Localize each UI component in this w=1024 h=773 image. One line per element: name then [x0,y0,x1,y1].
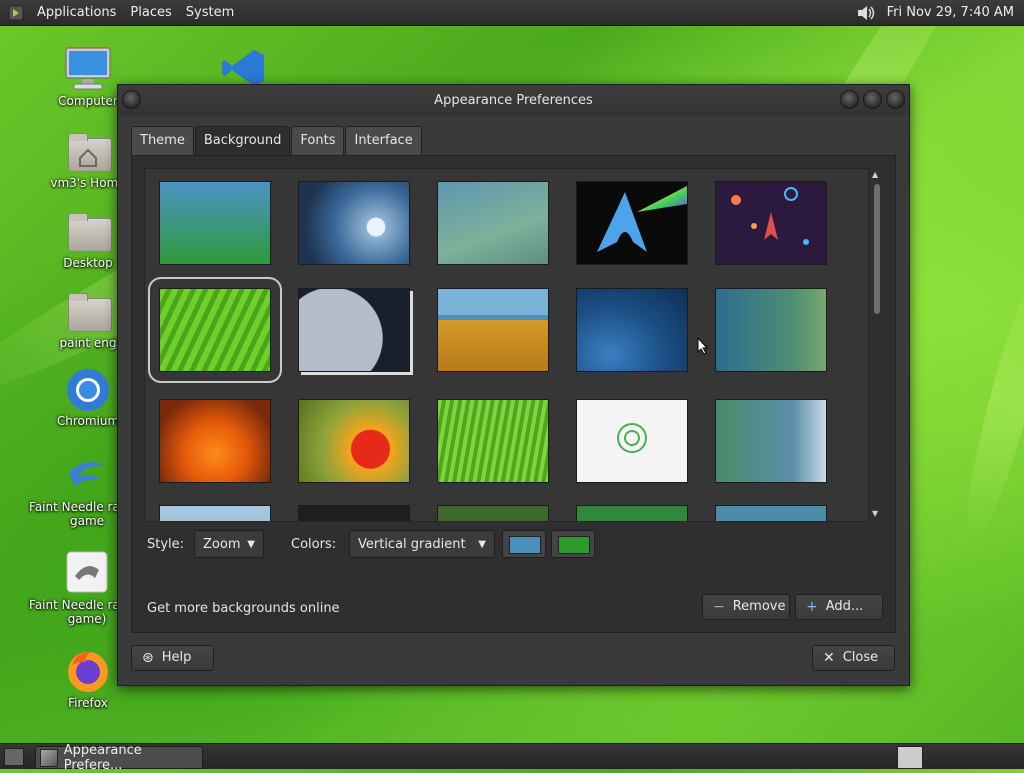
wallpaper-thumb[interactable] [437,181,549,265]
tab-theme[interactable]: Theme [131,126,194,155]
wallpaper-thumb[interactable] [159,181,271,265]
wallpaper-thumb[interactable] [437,505,549,521]
wallpaper-scrollbar[interactable]: ▲ ▼ [870,168,884,520]
secondary-color-swatch [558,536,590,554]
wallpaper-thumb[interactable] [576,288,688,372]
colors-dropdown[interactable]: Vertical gradient ▼ [349,530,495,558]
bottom-panel: Appearance Prefere... [0,743,1024,773]
wallpaper-thumb[interactable] [715,505,827,521]
style-value: Zoom [203,537,241,552]
wallpaper-thumb[interactable] [715,181,827,265]
wallpaper-thumb-selected[interactable] [148,277,282,383]
wallpaper-thumb[interactable] [437,399,549,483]
show-desktop-button[interactable] [4,748,24,766]
tab-fonts[interactable]: Fonts [291,126,345,155]
wallpaper-thumb[interactable] [437,288,549,372]
help-icon: ⊛ [142,650,154,666]
remove-button[interactable]: − Remove [702,594,790,620]
window-menu-button[interactable] [122,90,141,109]
desktop-icon-label: Firefox [68,696,108,710]
get-more-backgrounds-link[interactable]: Get more backgrounds online [147,601,340,616]
home-folder-icon [64,128,112,174]
minimize-button[interactable] [840,90,859,109]
wallpaper-thumb[interactable] [159,505,271,521]
scroll-up-icon[interactable]: ▲ [872,170,878,179]
titlebar[interactable]: Appearance Preferences [118,85,909,115]
help-button[interactable]: ⊛ Help [131,645,214,671]
primary-color-swatch [509,536,541,554]
desktop-icon-label: vm3's Home [50,176,126,190]
wallpaper-thumb[interactable] [576,399,688,483]
wallpaper-thumb[interactable] [576,505,688,521]
plus-icon: + [806,599,818,615]
faint-needle-icon [63,452,111,498]
scrollbar-thumb[interactable] [874,184,880,314]
dialog-title: Appearance Preferences [434,92,593,108]
style-label: Style: [147,537,185,552]
colors-value: Vertical gradient [358,537,466,552]
wallpaper-thumb[interactable] [159,399,271,483]
clock[interactable]: Fri Nov 29, 7:40 AM [887,5,1014,20]
secondary-color-button[interactable] [551,530,595,558]
wallpaper-thumb[interactable] [715,288,827,372]
volume-icon[interactable] [855,3,877,23]
appearance-app-icon [40,748,58,767]
computer-icon [64,46,112,92]
wallpaper-thumb[interactable] [298,505,410,521]
maximize-button[interactable] [863,90,882,109]
firefox-icon [64,648,112,694]
desktop-icon-label: paint eng [59,336,117,350]
vscode-icon[interactable] [220,48,268,88]
applications-logo-icon[interactable] [8,5,24,21]
primary-color-button[interactable] [502,530,546,558]
close-window-button[interactable] [886,90,905,109]
tab-interface[interactable]: Interface [345,126,422,155]
wallpaper-thumb[interactable] [298,288,410,372]
menu-places[interactable]: Places [123,5,178,20]
add-button[interactable]: + Add... [795,594,883,620]
wallpaper-thumb[interactable] [298,181,410,265]
wallpaper-streak [951,249,1024,551]
menu-system[interactable]: System [179,5,241,20]
chevron-down-icon: ▼ [478,539,486,550]
close-icon: ✕ [823,650,835,666]
folder-icon [64,288,112,334]
style-dropdown[interactable]: Zoom ▼ [194,530,264,558]
desktop-icon-label: Computer [58,94,118,108]
close-button[interactable]: ✕ Close [812,645,895,671]
colors-label: Colors: [291,537,337,552]
faint-needle-icon [63,550,111,596]
wallpaper-thumb[interactable] [715,399,827,483]
tab-background[interactable]: Background [194,126,291,155]
folder-icon [64,208,112,254]
wallpaper-thumb[interactable] [298,399,410,483]
tab-bar: Theme Background Fonts Interface [131,126,423,155]
wallpaper-thumb[interactable] [576,181,688,265]
taskbar-window-button[interactable]: Appearance Prefere... [35,743,203,773]
wallpaper-grid[interactable] [144,168,869,522]
mouse-cursor-icon [697,337,709,355]
workspace-switcher-icon[interactable] [897,746,923,769]
appearance-preferences-dialog: Appearance Preferences Theme Background … [117,84,910,686]
background-tab-panel: ▲ ▼ Style: Zoom ▼ Colors: Vertical gradi… [131,155,896,633]
minus-icon: − [713,599,725,615]
menu-applications[interactable]: Applications [30,5,123,20]
chevron-down-icon: ▼ [247,539,255,550]
desktop-icon-label: Chromium [56,414,120,428]
scroll-down-icon[interactable]: ▼ [872,509,878,518]
desktop-icon-label: Desktop [63,256,113,270]
top-panel: Applications Places System Fri Nov 29, 7… [0,0,1024,26]
chromium-icon [64,366,112,412]
